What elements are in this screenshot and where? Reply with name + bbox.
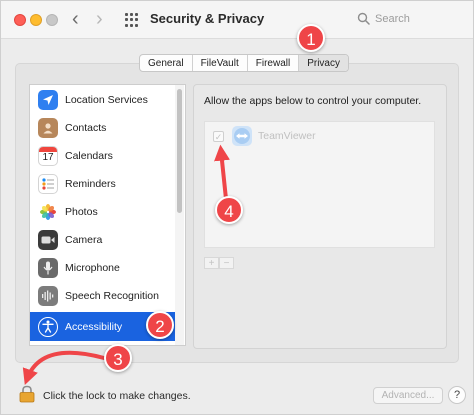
annotation-arrow-4 (214, 144, 230, 201)
annotation-badge-4: 4 (215, 196, 243, 224)
annotation-badge-1: 1 (297, 24, 325, 52)
annotation-badge-2: 2 (146, 311, 174, 339)
annotation-arrow-3 (22, 350, 106, 386)
security-privacy-window: ‹ › Security & Privacy Search General Fi… (0, 0, 474, 415)
annotation-badge-3: 3 (104, 344, 132, 372)
